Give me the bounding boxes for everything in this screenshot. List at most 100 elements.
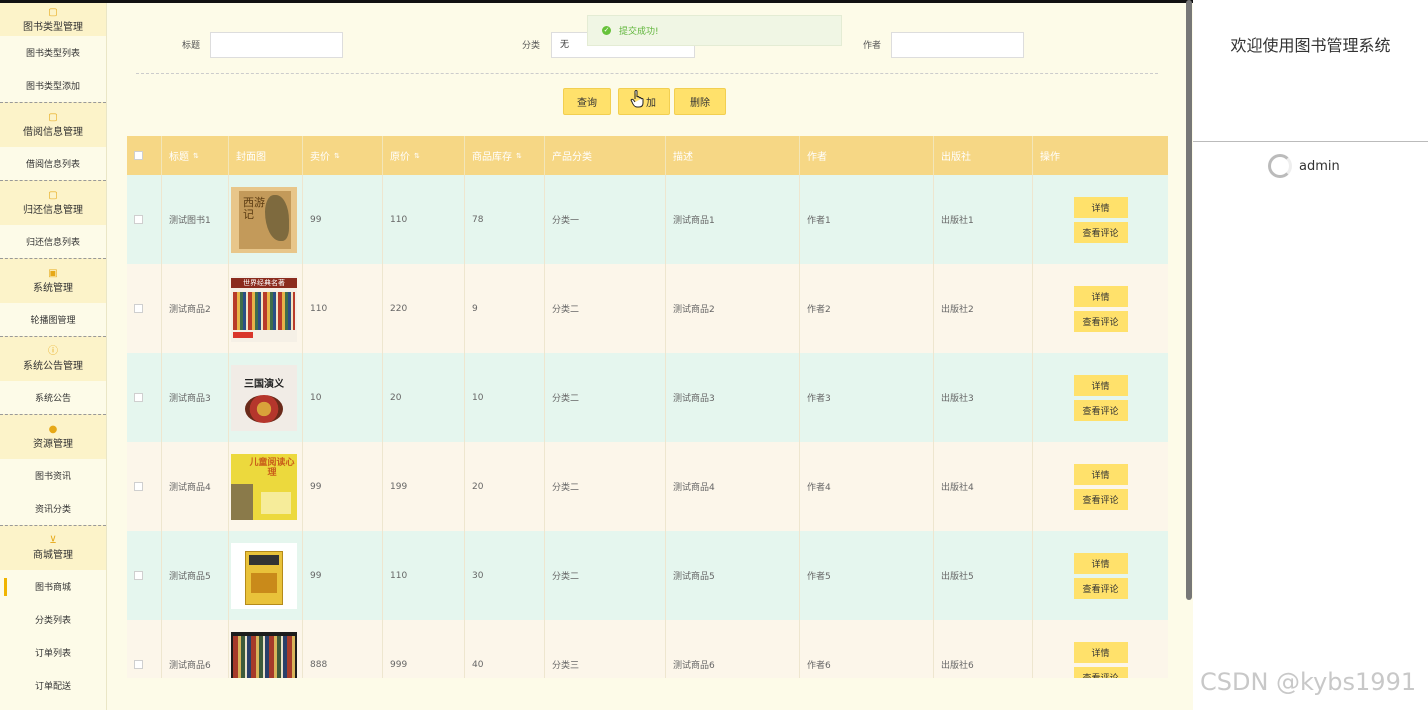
cell-stock: 9: [465, 264, 545, 353]
sidebar-group-resource[interactable]: ● 资源管理: [0, 414, 106, 459]
row-checkbox[interactable]: [134, 482, 143, 491]
cell-price: 99: [303, 442, 383, 531]
check-icon: ✓: [602, 26, 611, 35]
cell-author: 作者6: [800, 620, 934, 678]
header-description: 描述: [666, 136, 800, 175]
row-checkbox[interactable]: [134, 571, 143, 580]
sidebar-group-return[interactable]: ▢ 归还信息管理: [0, 180, 106, 225]
username: admin: [1299, 158, 1340, 174]
title-filter-label: 标题: [182, 41, 201, 51]
title-filter-input[interactable]: [210, 32, 343, 58]
hand-cursor-icon: [630, 90, 644, 108]
detail-button[interactable]: 详情: [1073, 641, 1128, 663]
cell-category: 分类二: [545, 353, 666, 442]
cell-title: 测试商品2: [162, 264, 229, 353]
sidebar-item-carousel[interactable]: 轮播图管理: [0, 303, 106, 336]
sidebar-item-notice[interactable]: 系统公告: [0, 381, 106, 414]
cell-actions: 详情查看评论: [1033, 175, 1168, 264]
cell-author: 作者4: [800, 442, 934, 531]
row-checkbox[interactable]: [134, 393, 143, 402]
row-checkbox-cell: [127, 531, 162, 620]
sidebar-group-book-type[interactable]: ▢ 图书类型管理: [0, 3, 106, 36]
cell-original-price: 199: [383, 442, 465, 531]
sidebar-item-order-delivery[interactable]: 订单配送: [0, 669, 106, 702]
row-checkbox[interactable]: [134, 660, 143, 669]
sidebar-item-book-news[interactable]: 图书资讯: [0, 459, 106, 492]
cell-price: 888: [303, 620, 383, 678]
cell-stock: 40: [465, 620, 545, 678]
add-button[interactable]: 加: [618, 88, 670, 115]
cell-description: 测试商品6: [666, 620, 800, 678]
book-cover-image[interactable]: [231, 631, 297, 678]
sidebar-group-notice[interactable]: ⓘ 系统公告管理: [0, 336, 106, 381]
detail-button[interactable]: 详情: [1073, 552, 1128, 574]
book-cover-image[interactable]: [231, 542, 297, 609]
table-header: 标题 ⇅ 封面图 卖价 ⇅ 原价 ⇅ 商品库存 ⇅ 产品分类 描述 作者 出版社 操作: [127, 136, 1168, 175]
view-comments-button[interactable]: 查看评论: [1073, 221, 1128, 243]
sidebar-group-system[interactable]: ▣ 系统管理: [0, 258, 106, 303]
row-checkbox[interactable]: [134, 304, 143, 313]
book-cover-image[interactable]: 三国演义: [231, 364, 297, 431]
view-comments-button[interactable]: 查看评论: [1073, 666, 1128, 678]
sort-icon: ⇅: [193, 151, 199, 160]
detail-button[interactable]: 详情: [1073, 285, 1128, 307]
row-checkbox[interactable]: [134, 215, 143, 224]
select-all-cell: [127, 136, 162, 175]
detail-button[interactable]: 详情: [1073, 196, 1128, 218]
scrollbar[interactable]: [1186, 0, 1192, 600]
table-row: 测试图书1 西游记 99 110 78 分类一 测试商品1 作者1 出版社1 详情 查看评论: [127, 175, 1168, 264]
sidebar-group-mall[interactable]: ⊻ 商城管理: [0, 525, 106, 570]
sidebar-item-book-mall[interactable]: 图书商城: [0, 570, 106, 603]
row-checkbox-cell: [127, 353, 162, 442]
header-stock[interactable]: 商品库存 ⇅: [465, 136, 545, 175]
cell-description: 测试商品2: [666, 264, 800, 353]
sidebar-item-borrow-list[interactable]: 借阅信息列表: [0, 147, 106, 180]
cell-title: 测试商品4: [162, 442, 229, 531]
view-comments-button[interactable]: 查看评论: [1073, 577, 1128, 599]
view-comments-button[interactable]: 查看评论: [1073, 488, 1128, 510]
detail-button[interactable]: 详情: [1073, 374, 1128, 396]
folder-icon: ▢: [48, 112, 58, 123]
table-row: 测试商品2 世界经典名著 110 220 9 分类二 测试商品2 作者2 出版社2 详情 查看评论: [127, 264, 1168, 353]
delete-button[interactable]: 删除: [674, 88, 726, 115]
book-cover-image[interactable]: 儿童阅读心理: [231, 453, 297, 520]
sort-icon: ⇅: [334, 151, 340, 160]
cell-cover: [229, 531, 303, 620]
header-title[interactable]: 标题 ⇅: [162, 136, 229, 175]
cell-category: 分类二: [545, 442, 666, 531]
cell-category: 分类二: [545, 264, 666, 353]
sidebar-item-category-list[interactable]: 分类列表: [0, 603, 106, 636]
sidebar-item-book-type-list[interactable]: 图书类型列表: [0, 36, 106, 69]
query-button[interactable]: 查询: [563, 88, 611, 115]
detail-button[interactable]: 详情: [1073, 463, 1128, 485]
header-author: 作者: [800, 136, 934, 175]
view-comments-button[interactable]: 查看评论: [1073, 399, 1128, 421]
cell-category: 分类二: [545, 531, 666, 620]
view-comments-button[interactable]: 查看评论: [1073, 310, 1128, 332]
divider: [136, 73, 1158, 74]
select-all-checkbox[interactable]: [134, 151, 143, 160]
header-cover: 封面图: [229, 136, 303, 175]
book-cover-image[interactable]: 西游记: [231, 186, 297, 253]
author-filter-input[interactable]: [891, 32, 1024, 58]
cell-stock: 20: [465, 442, 545, 531]
sidebar-item-order-list[interactable]: 订单列表: [0, 636, 106, 669]
user-info[interactable]: admin: [1268, 154, 1340, 178]
sidebar-item-book-type-add[interactable]: 图书类型添加: [0, 69, 106, 102]
sidebar-item-news-category[interactable]: 资讯分类: [0, 492, 106, 525]
cell-author: 作者1: [800, 175, 934, 264]
cell-author: 作者5: [800, 531, 934, 620]
header-original-price[interactable]: 原价 ⇅: [383, 136, 465, 175]
cell-stock: 78: [465, 175, 545, 264]
sidebar-item-return-list[interactable]: 归还信息列表: [0, 225, 106, 258]
cell-actions: 详情查看评论: [1033, 620, 1168, 678]
header-price[interactable]: 卖价 ⇅: [303, 136, 383, 175]
cell-category: 分类一: [545, 175, 666, 264]
right-panel-divider: [1193, 141, 1428, 142]
book-table: 标题 ⇅ 封面图 卖价 ⇅ 原价 ⇅ 商品库存 ⇅ 产品分类 描述 作者 出版社 操作 …: [127, 136, 1168, 678]
table-row: 测试商品4 儿童阅读心理 99 199 20 分类二 测试商品4 作者4 出版社4 详情 查看评论: [127, 442, 1168, 531]
cell-publisher: 出版社6: [934, 620, 1033, 678]
cart-icon: ⊻: [49, 535, 57, 546]
sidebar-group-borrow[interactable]: ▢ 借阅信息管理: [0, 102, 106, 147]
book-cover-image[interactable]: 世界经典名著: [231, 275, 297, 342]
